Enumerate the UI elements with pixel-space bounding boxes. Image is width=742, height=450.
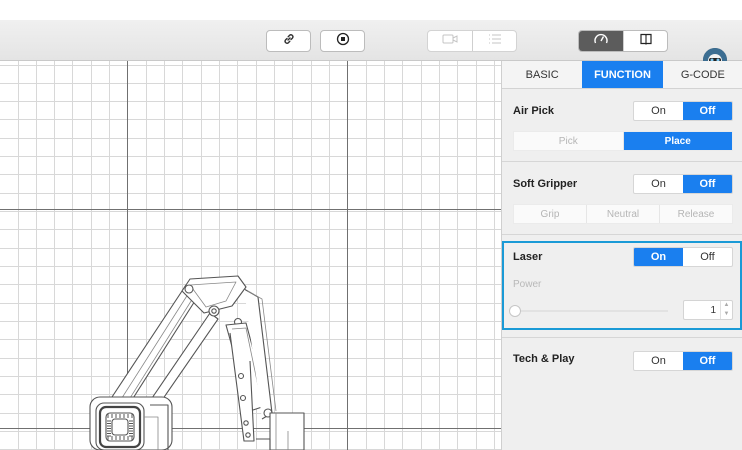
- power-slider-handle[interactable]: [509, 305, 521, 317]
- tab-g-code[interactable]: G-CODE: [663, 61, 742, 88]
- camera-view-button[interactable]: [428, 31, 472, 51]
- soft-gripper-title: Soft Gripper: [513, 178, 578, 190]
- view-toggle: [427, 30, 517, 52]
- soft-gripper-grip-button[interactable]: Grip: [514, 205, 586, 223]
- side-panel: BASIC FUNCTION G-CODE Air Pick On Off Pi…: [501, 61, 742, 450]
- book-icon: [639, 32, 653, 51]
- air-pick-off-button[interactable]: Off: [683, 102, 732, 120]
- power-value[interactable]: 1: [684, 301, 720, 319]
- app-window: BASIC FUNCTION G-CODE Air Pick On Off Pi…: [0, 0, 742, 450]
- link-button[interactable]: [266, 30, 311, 52]
- air-pick-toggle: On Off: [633, 101, 733, 121]
- workspace-grid: [0, 61, 501, 450]
- workspace-canvas[interactable]: [0, 61, 501, 450]
- power-slider-track[interactable]: [518, 310, 668, 312]
- control-mode-button[interactable]: [579, 31, 624, 51]
- stop-record-button[interactable]: [320, 30, 365, 52]
- robot-arm-drawing: [89, 275, 305, 450]
- power-stepper[interactable]: 1 ▲ ▼: [683, 300, 733, 320]
- laser-off-button[interactable]: Off: [683, 248, 732, 266]
- tech-play-off-button[interactable]: Off: [683, 352, 732, 370]
- tab-basic[interactable]: BASIC: [502, 61, 582, 88]
- power-label: Power: [513, 279, 542, 290]
- tech-play-toggle: On Off: [633, 351, 733, 371]
- tech-play-on-button[interactable]: On: [634, 352, 683, 370]
- tech-play-title: Tech & Play: [513, 353, 575, 365]
- list-icon: [488, 32, 502, 50]
- toolbar: [0, 20, 742, 72]
- speedometer-icon: [593, 32, 609, 51]
- air-pick-mode-selector: Pick Place: [513, 131, 733, 151]
- section-divider: [502, 161, 742, 162]
- soft-gripper-release-button[interactable]: Release: [659, 205, 732, 223]
- link-icon: [282, 32, 296, 51]
- power-increment-button[interactable]: ▲: [721, 301, 732, 310]
- section-divider: [502, 337, 742, 338]
- laser-toggle: On Off: [633, 247, 733, 267]
- manual-mode-button[interactable]: [623, 31, 667, 51]
- air-pick-on-button[interactable]: On: [634, 102, 683, 120]
- laser-on-button[interactable]: On: [634, 248, 683, 266]
- panel-tabs: BASIC FUNCTION G-CODE: [502, 61, 742, 89]
- soft-gripper-on-button[interactable]: On: [634, 175, 683, 193]
- mode-toggle: [578, 30, 668, 52]
- section-divider: [502, 234, 742, 235]
- air-pick-title: Air Pick: [513, 105, 554, 117]
- list-view-button[interactable]: [472, 31, 516, 51]
- camera-icon: [442, 32, 458, 50]
- air-pick-pick-button[interactable]: Pick: [514, 132, 623, 150]
- air-pick-place-button[interactable]: Place: [622, 132, 732, 150]
- power-decrement-button[interactable]: ▼: [721, 310, 732, 319]
- title-strip: [0, 0, 742, 20]
- stop-record-icon: [336, 32, 350, 51]
- soft-gripper-off-button[interactable]: Off: [683, 175, 732, 193]
- soft-gripper-mode-selector: Grip Neutral Release: [513, 204, 733, 224]
- laser-title: Laser: [513, 251, 543, 263]
- tab-function[interactable]: FUNCTION: [582, 61, 663, 88]
- soft-gripper-neutral-button[interactable]: Neutral: [586, 205, 659, 223]
- soft-gripper-toggle: On Off: [633, 174, 733, 194]
- power-stepper-buttons: ▲ ▼: [720, 301, 732, 319]
